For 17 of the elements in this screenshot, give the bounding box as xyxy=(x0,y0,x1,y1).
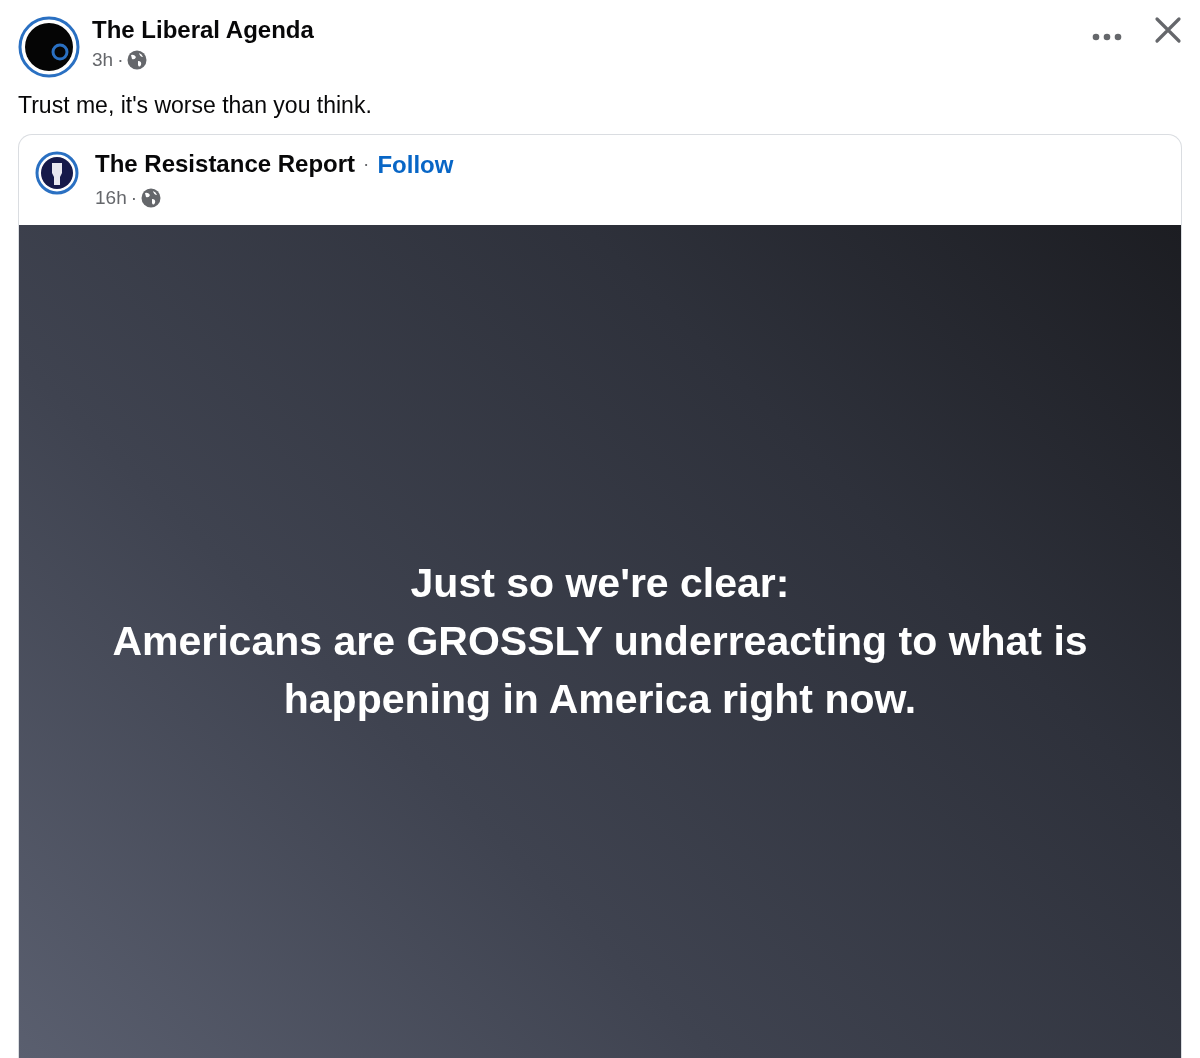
post-time[interactable]: 3h xyxy=(92,49,114,72)
page-avatar[interactable] xyxy=(35,150,79,195)
close-icon xyxy=(1154,16,1182,44)
globe-icon xyxy=(141,188,162,208)
separator-dot: · xyxy=(363,153,370,176)
separator-dot: · xyxy=(117,49,124,72)
post-time[interactable]: 16h xyxy=(95,186,127,210)
globe-icon xyxy=(127,50,148,71)
author-name[interactable]: The Liberal Agenda xyxy=(92,16,314,43)
post-caption: Trust me, it's worse than you think. xyxy=(18,92,373,120)
page-avatar[interactable] xyxy=(18,16,80,78)
post-text: Just so we're clear: Americans are GROSSLY underreacting to what is happening in America right now. xyxy=(111,559,1089,725)
separator-dot: · xyxy=(130,186,138,210)
follow-link[interactable]: Follow xyxy=(377,146,454,183)
author-name[interactable]: The Resistance Report xyxy=(95,150,356,179)
more-icon xyxy=(1092,32,1122,41)
close-button[interactable] xyxy=(1154,16,1182,44)
